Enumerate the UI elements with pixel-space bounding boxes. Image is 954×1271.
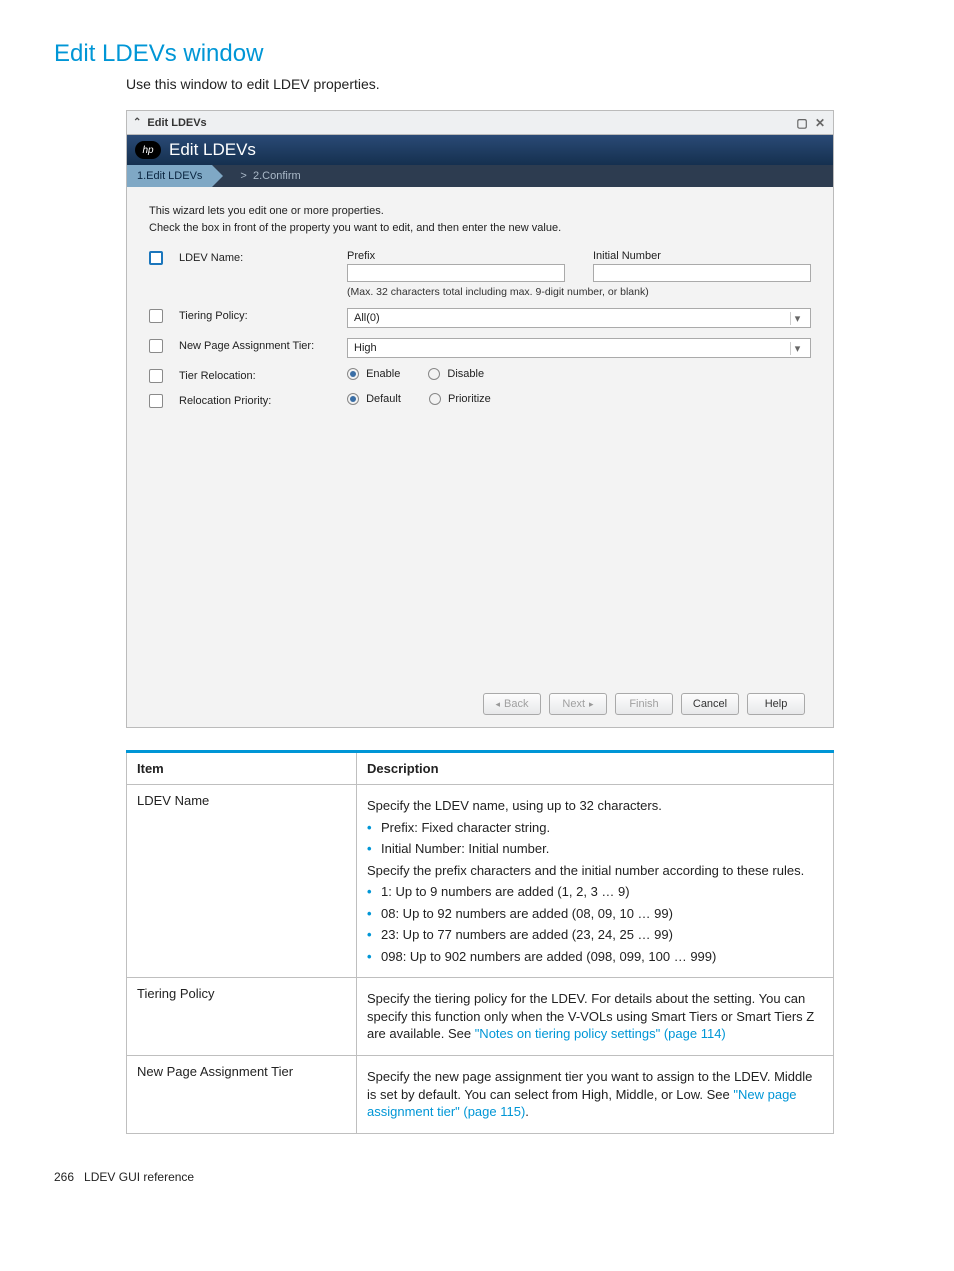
wizard-steps: 1.Edit LDEVs > 2.Confirm bbox=[127, 165, 833, 187]
tier-relocation-checkbox[interactable] bbox=[149, 369, 163, 383]
relocation-priority-checkbox[interactable] bbox=[149, 394, 163, 408]
cell-desc-new-page-tier: Specify the new page assignment tier you… bbox=[357, 1056, 834, 1134]
ldev-name-checkbox[interactable] bbox=[149, 251, 163, 265]
desc-text: Specify the prefix characters and the in… bbox=[367, 862, 823, 880]
radio-icon bbox=[429, 393, 441, 405]
instr-line-1: This wizard lets you edit one or more pr… bbox=[149, 203, 811, 220]
ldev-name-hint: (Max. 32 characters total including max.… bbox=[347, 286, 811, 298]
row-tier-relocation: Tier Relocation: Enable Disable bbox=[149, 368, 811, 383]
page-title: Edit LDEVs window bbox=[54, 40, 900, 68]
chevron-down-icon: ▾ bbox=[790, 342, 804, 355]
page-number: 266 bbox=[54, 1170, 74, 1184]
new-page-tier-value: High bbox=[354, 342, 377, 354]
row-relocation-priority: Relocation Priority: Default Prioritize bbox=[149, 393, 811, 408]
list-item: 098: Up to 902 numbers are added (098, 0… bbox=[367, 948, 823, 966]
new-page-tier-select[interactable]: High ▾ bbox=[347, 338, 811, 358]
back-button[interactable]: ◂Back bbox=[483, 693, 541, 715]
list-item: Prefix: Fixed character string. bbox=[367, 819, 823, 837]
initial-number-input[interactable] bbox=[593, 264, 811, 282]
ldev-name-label: LDEV Name: bbox=[179, 250, 339, 264]
close-icon[interactable]: ✕ bbox=[813, 116, 827, 130]
wizard-header-title: Edit LDEVs bbox=[169, 140, 256, 160]
prefix-input[interactable] bbox=[347, 264, 565, 282]
footer-section: LDEV GUI reference bbox=[84, 1170, 194, 1184]
radio-icon bbox=[428, 368, 440, 380]
row-ldev-name: LDEV Name: Prefix Initial Number (Max. 3… bbox=[149, 250, 811, 298]
table-row: LDEV Name Specify the LDEV name, using u… bbox=[127, 785, 834, 978]
cell-item-tiering-policy: Tiering Policy bbox=[127, 978, 357, 1056]
wizard-body: This wizard lets you edit one or more pr… bbox=[127, 187, 833, 727]
enable-label: Enable bbox=[366, 368, 400, 380]
link-tiering-notes[interactable]: "Notes on tiering policy settings" (page… bbox=[475, 1026, 726, 1041]
prioritize-label: Prioritize bbox=[448, 393, 491, 405]
tier-relocation-disable[interactable]: Disable bbox=[428, 368, 484, 380]
wizard-header: hp Edit LDEVs bbox=[127, 135, 833, 165]
initial-number-label: Initial Number bbox=[593, 250, 811, 262]
collapse-icon[interactable]: ⌃ bbox=[133, 117, 141, 128]
relocation-priority-prioritize[interactable]: Prioritize bbox=[429, 393, 491, 405]
list-item: 23: Up to 77 numbers are added (23, 24, … bbox=[367, 926, 823, 944]
next-label: Next bbox=[562, 698, 585, 710]
triangle-left-icon: ◂ bbox=[496, 699, 501, 710]
prefix-label: Prefix bbox=[347, 250, 565, 262]
tier-relocation-label: Tier Relocation: bbox=[179, 368, 339, 382]
cell-desc-tiering-policy: Specify the tiering policy for the LDEV.… bbox=[357, 978, 834, 1056]
cell-item-new-page-tier: New Page Assignment Tier bbox=[127, 1056, 357, 1134]
radio-icon bbox=[347, 393, 359, 405]
wizard-footer: ◂Back Next ▸ Finish Cancel Help bbox=[149, 683, 811, 727]
tiering-policy-label: Tiering Policy: bbox=[179, 308, 339, 322]
row-tiering-policy: Tiering Policy: All(0) ▾ bbox=[149, 308, 811, 328]
list-item: 08: Up to 92 numbers are added (08, 09, … bbox=[367, 905, 823, 923]
desc-text: Specify the LDEV name, using up to 32 ch… bbox=[367, 797, 823, 815]
description-table: Item Description LDEV Name Specify the L… bbox=[126, 750, 834, 1134]
step-edit-ldevs[interactable]: 1.Edit LDEVs bbox=[127, 165, 212, 187]
col-item: Item bbox=[127, 752, 357, 785]
next-button[interactable]: Next ▸ bbox=[549, 693, 607, 715]
new-page-tier-checkbox[interactable] bbox=[149, 339, 163, 353]
disable-label: Disable bbox=[447, 368, 484, 380]
table-row: Tiering Policy Specify the tiering polic… bbox=[127, 978, 834, 1056]
triangle-right-icon: ▸ bbox=[589, 699, 594, 710]
list-item: 1: Up to 9 numbers are added (1, 2, 3 … … bbox=[367, 883, 823, 901]
page-subtitle: Use this window to edit LDEV properties. bbox=[126, 76, 900, 92]
cell-desc-ldev-name: Specify the LDEV name, using up to 32 ch… bbox=[357, 785, 834, 978]
relocation-priority-default[interactable]: Default bbox=[347, 393, 401, 405]
list-item: Initial Number: Initial number. bbox=[367, 840, 823, 858]
cancel-button[interactable]: Cancel bbox=[681, 693, 739, 715]
back-label: Back bbox=[504, 698, 528, 710]
table-row: New Page Assignment Tier Specify the new… bbox=[127, 1056, 834, 1134]
page-footer: 266 LDEV GUI reference bbox=[54, 1170, 900, 1184]
tiering-policy-select[interactable]: All(0) ▾ bbox=[347, 308, 811, 328]
tier-relocation-enable[interactable]: Enable bbox=[347, 368, 400, 380]
step-confirm-label: 2.Confirm bbox=[253, 170, 301, 182]
col-description: Description bbox=[357, 752, 834, 785]
window-title: Edit LDEVs bbox=[147, 117, 206, 129]
maximize-icon[interactable]: ▢ bbox=[795, 116, 809, 130]
new-page-tier-label: New Page Assignment Tier: bbox=[179, 338, 339, 352]
desc-text: Specify the tiering policy for the LDEV.… bbox=[367, 990, 823, 1043]
radio-icon bbox=[347, 368, 359, 380]
edit-ldevs-window: ⌃ Edit LDEVs ▢ ✕ hp Edit LDEVs 1.Edit LD… bbox=[126, 110, 834, 728]
help-button[interactable]: Help bbox=[747, 693, 805, 715]
desc-text: Specify the new page assignment tier you… bbox=[367, 1068, 823, 1121]
relocation-priority-label: Relocation Priority: bbox=[179, 393, 339, 407]
hp-logo-icon: hp bbox=[135, 141, 161, 159]
tiering-policy-value: All(0) bbox=[354, 312, 380, 324]
wizard-instructions: This wizard lets you edit one or more pr… bbox=[149, 203, 811, 236]
desc-span: . bbox=[525, 1104, 529, 1119]
window-titlebar: ⌃ Edit LDEVs ▢ ✕ bbox=[127, 111, 833, 135]
default-label: Default bbox=[366, 393, 401, 405]
chevron-down-icon: ▾ bbox=[790, 312, 804, 325]
tiering-policy-checkbox[interactable] bbox=[149, 309, 163, 323]
step-confirm[interactable]: > 2.Confirm bbox=[230, 165, 310, 187]
row-new-page-tier: New Page Assignment Tier: High ▾ bbox=[149, 338, 811, 358]
cell-item-ldev-name: LDEV Name bbox=[127, 785, 357, 978]
finish-button[interactable]: Finish bbox=[615, 693, 673, 715]
instr-line-2: Check the box in front of the property y… bbox=[149, 220, 811, 237]
